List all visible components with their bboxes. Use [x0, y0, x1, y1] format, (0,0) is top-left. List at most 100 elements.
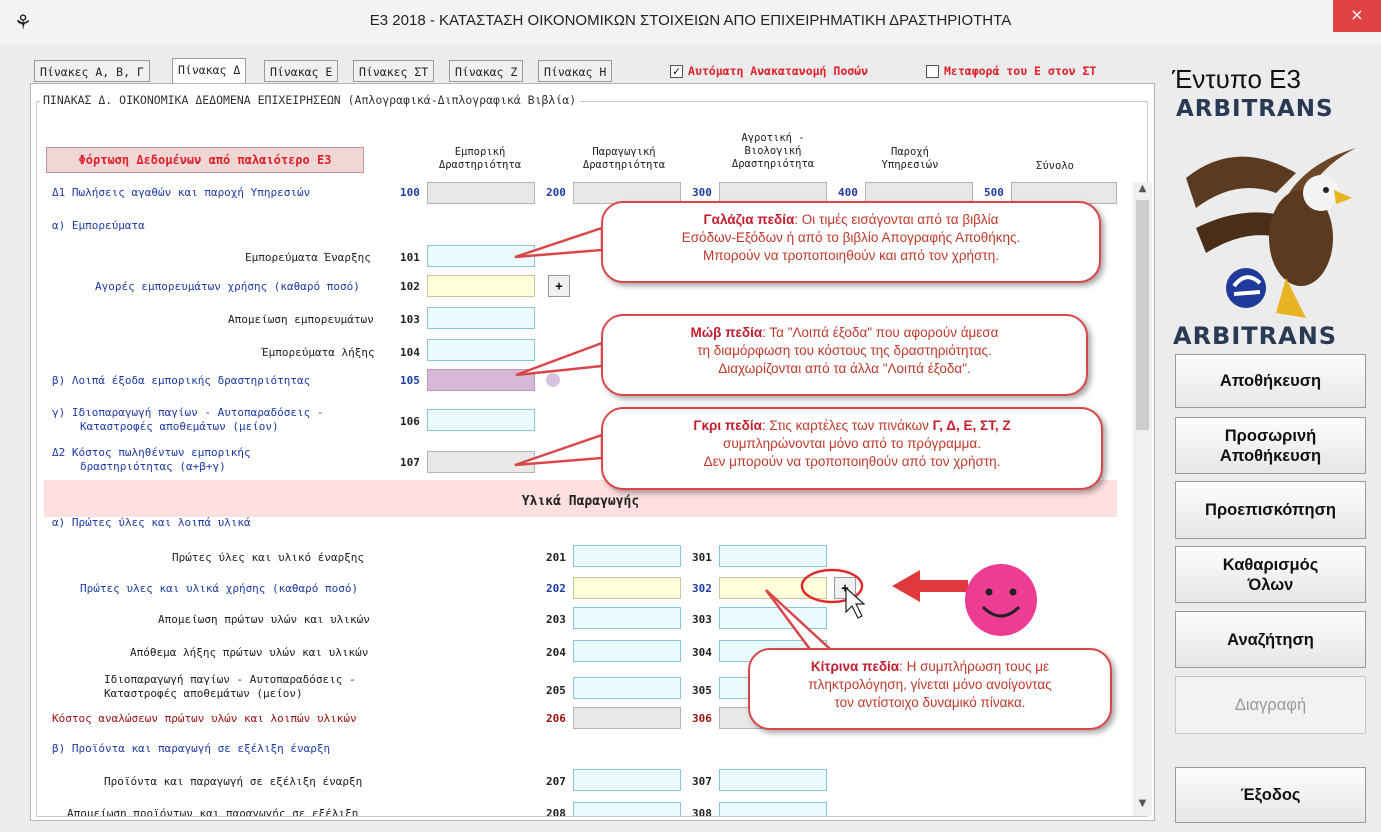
section-a-goods: α) Εμπορεύματα	[52, 219, 145, 232]
code-307: 307	[692, 775, 712, 788]
clear-all-line-2: Όλων	[1247, 575, 1294, 594]
load-previous-e3-button[interactable]: Φόρτωση Δεδομένων από παλαιότερο Ε3	[46, 147, 364, 173]
callout-gray-text-3: Δεν μπορούν να τροποποιηθούν από τον χρή…	[703, 454, 1001, 469]
code-106: 106	[400, 415, 420, 428]
tab-z[interactable]: Πίνακας Ζ	[449, 60, 524, 82]
callout-yellow-text-2: πληκτρολόγηση, γίνεται μόνο ανοίγοντας	[808, 677, 1052, 692]
field-208[interactable]	[573, 802, 681, 816]
code-200: 200	[546, 186, 566, 199]
scroll-up-icon[interactable]: ▲	[1133, 183, 1152, 200]
column-header-services: Παροχή Υπηρεσιών	[860, 146, 960, 172]
tab-d[interactable]: Πίνακας Δ	[172, 58, 247, 84]
field-205[interactable]	[573, 677, 681, 699]
auto-redistribute-checkbox[interactable]: ✓	[670, 65, 683, 78]
dynamic-table-302-button[interactable]: +	[834, 577, 856, 599]
row-102-label: Αγορές εμπορευμάτων χρήσης (καθαρό ποσό)	[95, 280, 360, 293]
callout-yellow-line-1: Κίτρινα πεδία: Η συμπλήρωση τους με	[750, 658, 1110, 676]
tab-abg[interactable]: Πίνακες Α, Β, Γ	[34, 60, 150, 82]
row-207-label: Προϊόντα και παραγωγή σε εξέλιξη έναρξη	[104, 775, 363, 788]
code-100: 100	[400, 186, 420, 199]
column-header-line: Δραστηριότητα	[582, 159, 666, 171]
code-308: 308	[692, 807, 712, 816]
delete-button[interactable]: Διαγραφή	[1175, 676, 1366, 734]
scroll-down-icon[interactable]: ▼	[1133, 798, 1152, 815]
code-101: 101	[400, 251, 420, 264]
row-206-label: Κόστος αναλώσεων πρώτων υλών και λοιπών …	[52, 712, 357, 725]
field-202[interactable]	[573, 577, 681, 599]
code-105: 105	[400, 374, 420, 387]
auto-redistribute-label: Αυτόματη Ανακατανομή Ποσών	[688, 64, 869, 78]
field-101[interactable]	[427, 245, 535, 267]
callout-mauve-text-2: τη διαμόρφωση του κόστους της δραστηριότ…	[697, 343, 992, 358]
eagle-logo-icon	[1186, 148, 1356, 318]
window-title: Ε3 2018 - ΚΑΤΑΣΤΑΣΗ ΟΙΚΟΝΟΜΙΚΩΝ ΣΤΟΙΧΕΙΩ…	[369, 12, 1012, 29]
code-500: 500	[984, 186, 1004, 199]
search-button[interactable]: Αναζήτηση	[1175, 611, 1366, 668]
row-107-label-2: δραστηριότητας (α+β+γ)	[80, 460, 226, 473]
callout-gray-tables: Γ, Δ, Ε, ΣΤ, Ζ	[932, 418, 1011, 433]
code-201: 201	[546, 551, 566, 564]
field-102[interactable]	[427, 275, 535, 297]
code-305: 305	[692, 684, 712, 697]
callout-cyan-title: Γαλάζια πεδία	[703, 212, 795, 227]
code-207: 207	[546, 775, 566, 788]
callout-cyan-text-1: : Οι τιμές εισάγονται από τα βιβλία	[794, 212, 999, 227]
callout-mauve-line-1: Μώβ πεδία: Τα "Λοιπά έξοδα" που αφορούν …	[603, 324, 1086, 342]
field-105[interactable]	[427, 369, 535, 391]
preview-button[interactable]: Προεπισκόπηση	[1175, 481, 1366, 539]
row-105-label: β) Λοιπά έξοδα εμπορικής δραστηριότητας	[52, 374, 311, 387]
callout-yellow-text-3: τον αντίστοιχο δυναμικό πίνακα.	[834, 695, 1026, 710]
row-203-label: Απομείωση πρώτων υλών και υλικών	[158, 613, 370, 626]
field-302[interactable]	[719, 577, 827, 599]
dynamic-table-102-button[interactable]: +	[548, 275, 570, 297]
transfer-e-st-label: Μεταφορά του Ε στον ΣΤ	[944, 64, 1097, 78]
field-103[interactable]	[427, 307, 535, 329]
column-header-line: Εμπορική	[454, 146, 506, 158]
field-204[interactable]	[573, 640, 681, 662]
callout-yellow-text-1: : Η συμπλήρωση τους με	[899, 659, 1050, 674]
code-303: 303	[692, 613, 712, 626]
field-307[interactable]	[719, 769, 827, 791]
field-104[interactable]	[427, 339, 535, 361]
mauve-dot-icon	[546, 373, 560, 387]
code-202: 202	[546, 582, 566, 595]
code-301: 301	[692, 551, 712, 564]
clear-all-line-1: Καθαρισμός	[1222, 555, 1319, 574]
exit-button[interactable]: Έξοδος	[1175, 767, 1366, 823]
row-205-label-1: Ιδιοπαραγωγή παγίων - Αυτοπαραδόσεις -	[104, 673, 356, 686]
column-header-commercial: Εμπορική Δραστηριότητα	[425, 146, 535, 172]
clear-all-button[interactable]: Καθαρισμός Όλων	[1175, 546, 1366, 603]
code-107: 107	[400, 456, 420, 469]
section-b-products: β) Προϊόντα και παραγωγή σε εξέλιξη έναρ…	[52, 742, 331, 755]
column-header-line: Βιολογική	[744, 145, 802, 157]
field-203[interactable]	[573, 607, 681, 629]
column-header-line: Υπηρεσιών	[881, 159, 939, 171]
code-204: 204	[546, 646, 566, 659]
close-button[interactable]: ×	[1333, 0, 1381, 32]
section-a-raw: α) Πρώτες ύλες και λοιπά υλικά	[52, 516, 251, 529]
field-106[interactable]	[427, 409, 535, 431]
field-206	[573, 707, 681, 729]
code-400: 400	[838, 186, 858, 199]
code-302: 302	[692, 582, 712, 595]
save-button[interactable]: Αποθήκευση	[1175, 354, 1366, 408]
row-106-label-2: Καταστροφές αποθεμάτων (μείον)	[80, 420, 279, 433]
field-303[interactable]	[719, 607, 827, 629]
temporary-save-button[interactable]: Προσωρινή Αποθήκευση	[1175, 417, 1366, 474]
transfer-e-st-checkbox[interactable]	[926, 65, 939, 78]
code-206: 206	[546, 712, 566, 725]
code-304: 304	[692, 646, 712, 659]
field-201[interactable]	[573, 545, 681, 567]
code-203: 203	[546, 613, 566, 626]
tab-st[interactable]: Πίνακες ΣΤ	[353, 60, 435, 82]
tab-h[interactable]: Πίνακας Η	[538, 60, 613, 82]
field-301[interactable]	[719, 545, 827, 567]
column-header-total: Σύνολο	[1036, 160, 1074, 172]
row-204-label: Απόθεμα λήξης πρώτων υλών και υλικών	[130, 646, 369, 659]
scrollbar-thumb[interactable]	[1136, 200, 1149, 430]
code-103: 103	[400, 313, 420, 326]
field-308[interactable]	[719, 802, 827, 816]
code-300: 300	[692, 186, 712, 199]
field-207[interactable]	[573, 769, 681, 791]
tab-e[interactable]: Πίνακας Ε	[264, 60, 339, 82]
